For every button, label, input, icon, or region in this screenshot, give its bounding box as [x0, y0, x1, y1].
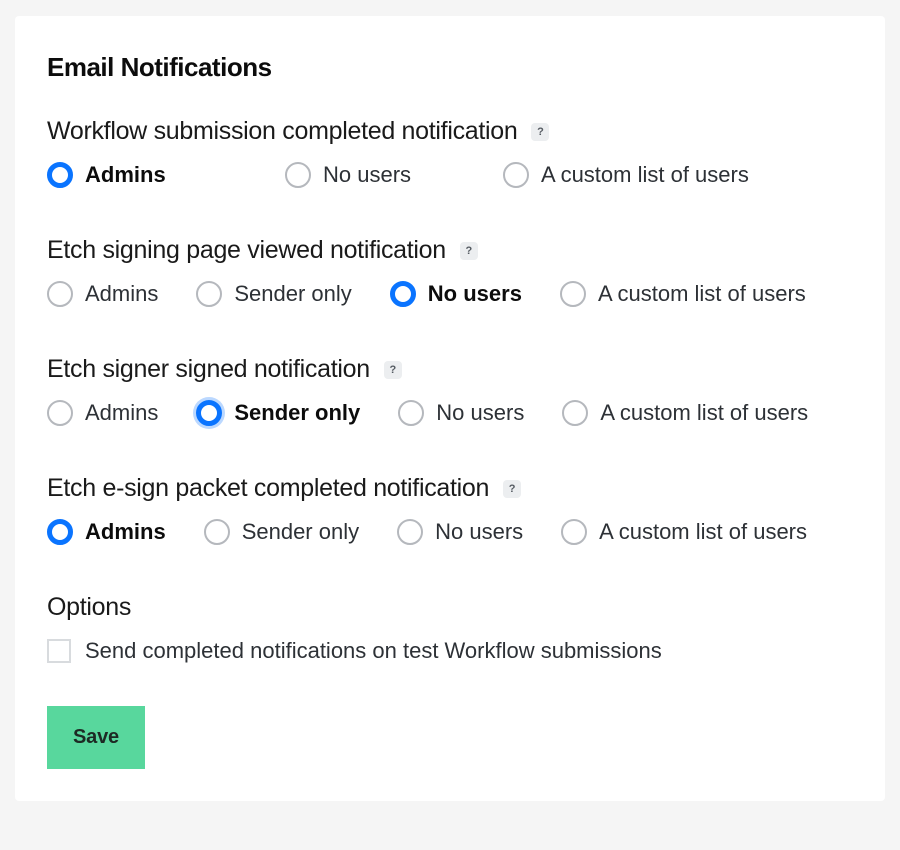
- section-heading: Etch signing page viewed notification: [47, 236, 446, 265]
- checkbox-test-submissions[interactable]: Send completed notifications on test Wor…: [47, 638, 853, 664]
- settings-card: Email Notifications Workflow submission …: [15, 16, 885, 801]
- radio-icon: [561, 519, 587, 545]
- radio-label: No users: [323, 162, 411, 188]
- radio-option-admins[interactable]: Admins: [47, 281, 158, 307]
- section-heading: Etch signer signed notification: [47, 355, 370, 384]
- section-header-row: Etch signer signed notification ?: [47, 355, 853, 384]
- radio-icon: [204, 519, 230, 545]
- radio-label: Admins: [85, 162, 166, 188]
- radio-label: A custom list of users: [541, 162, 749, 188]
- help-icon[interactable]: ?: [531, 123, 549, 141]
- radio-option-no-users[interactable]: No users: [398, 400, 524, 426]
- radio-icon: [560, 281, 586, 307]
- radio-icon: [196, 281, 222, 307]
- section-header-row: Etch signing page viewed notification ?: [47, 236, 853, 265]
- radio-label: A custom list of users: [600, 400, 808, 426]
- radio-label: Admins: [85, 281, 158, 307]
- radio-group: Admins No users A custom list of users: [47, 162, 853, 188]
- radio-icon: [47, 281, 73, 307]
- radio-option-no-users[interactable]: No users: [390, 281, 522, 307]
- radio-option-sender-only[interactable]: Sender only: [196, 400, 360, 426]
- radio-option-no-users[interactable]: No users: [397, 519, 523, 545]
- radio-label: No users: [435, 519, 523, 545]
- radio-option-admins[interactable]: Admins: [47, 400, 158, 426]
- radio-group: Admins Sender only No users A custom lis…: [47, 519, 853, 545]
- radio-label: No users: [436, 400, 524, 426]
- radio-option-custom-list[interactable]: A custom list of users: [560, 281, 806, 307]
- radio-icon: [398, 400, 424, 426]
- radio-option-custom-list[interactable]: A custom list of users: [562, 400, 808, 426]
- radio-label: Sender only: [242, 519, 359, 545]
- options-heading: Options: [47, 593, 853, 622]
- radio-option-admins[interactable]: Admins: [47, 519, 166, 545]
- radio-icon: [47, 400, 73, 426]
- help-icon[interactable]: ?: [384, 361, 402, 379]
- radio-label: Sender only: [234, 400, 360, 426]
- section-heading: Etch e-sign packet completed notificatio…: [47, 474, 489, 503]
- radio-label: Sender only: [234, 281, 351, 307]
- section-header-row: Workflow submission completed notificati…: [47, 117, 853, 146]
- section-etch-signer-signed: Etch signer signed notification ? Admins…: [47, 355, 853, 426]
- radio-label: No users: [428, 281, 522, 307]
- radio-option-sender-only[interactable]: Sender only: [204, 519, 359, 545]
- help-icon[interactable]: ?: [460, 242, 478, 260]
- page-title: Email Notifications: [47, 52, 853, 83]
- radio-label: A custom list of users: [599, 519, 807, 545]
- section-header-row: Etch e-sign packet completed notificatio…: [47, 474, 853, 503]
- radio-option-no-users[interactable]: No users: [285, 162, 465, 188]
- radio-group: Admins Sender only No users A custom lis…: [47, 281, 853, 307]
- radio-icon: [503, 162, 529, 188]
- section-etch-packet-completed: Etch e-sign packet completed notificatio…: [47, 474, 853, 545]
- radio-icon: [47, 162, 73, 188]
- radio-option-sender-only[interactable]: Sender only: [196, 281, 351, 307]
- section-workflow-submission: Workflow submission completed notificati…: [47, 117, 853, 188]
- radio-option-custom-list[interactable]: A custom list of users: [561, 519, 807, 545]
- radio-option-admins[interactable]: Admins: [47, 162, 247, 188]
- radio-group: Admins Sender only No users A custom lis…: [47, 400, 853, 426]
- checkbox-label: Send completed notifications on test Wor…: [85, 638, 662, 664]
- radio-label: Admins: [85, 519, 166, 545]
- radio-icon: [562, 400, 588, 426]
- radio-icon: [285, 162, 311, 188]
- radio-icon: [397, 519, 423, 545]
- radio-icon: [390, 281, 416, 307]
- radio-label: A custom list of users: [598, 281, 806, 307]
- radio-option-custom-list[interactable]: A custom list of users: [503, 162, 749, 188]
- save-button[interactable]: Save: [47, 706, 145, 769]
- radio-icon: [47, 519, 73, 545]
- section-etch-viewed: Etch signing page viewed notification ? …: [47, 236, 853, 307]
- options-section: Options Send completed notifications on …: [47, 593, 853, 769]
- radio-label: Admins: [85, 400, 158, 426]
- checkbox-icon: [47, 639, 71, 663]
- help-icon[interactable]: ?: [503, 480, 521, 498]
- section-heading: Workflow submission completed notificati…: [47, 117, 517, 146]
- radio-icon: [196, 400, 222, 426]
